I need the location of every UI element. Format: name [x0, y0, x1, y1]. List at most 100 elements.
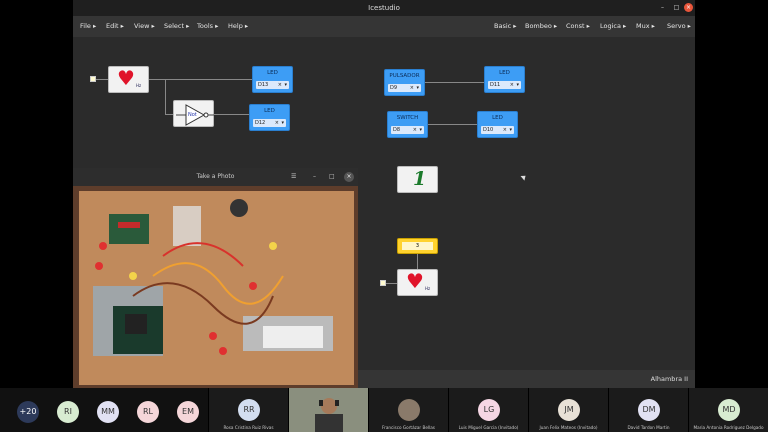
close-icon[interactable]: ×: [344, 172, 354, 182]
photo-window-title: Take a Photo: [196, 173, 235, 180]
heart-icon: ♥: [117, 66, 135, 90]
avatar[interactable]: EM: [177, 401, 199, 423]
pin-select[interactable]: D13 × ▾: [256, 81, 289, 89]
clear-icon[interactable]: ×: [410, 84, 414, 92]
heartbeat-block[interactable]: ♥ Hz: [108, 66, 149, 93]
avatar: JM: [558, 399, 580, 421]
menu-logica[interactable]: Logica ▸: [600, 22, 626, 30]
constant-value[interactable]: 3: [402, 242, 433, 250]
menu-file[interactable]: File ▸: [80, 22, 96, 30]
participant-tile[interactable]: JM Juan Felix Mateos (Invitado): [528, 388, 608, 432]
avatar: LG: [478, 399, 500, 421]
menu-servo[interactable]: Servo ▸: [667, 22, 691, 30]
participants-bar: +20 RI MM RL EM RR Rosa Cristina Ruiz Ri…: [0, 388, 768, 432]
clear-icon[interactable]: ×: [413, 126, 417, 134]
switch-block[interactable]: SWITCH D8 × ▾: [387, 111, 428, 138]
clear-icon[interactable]: ×: [503, 126, 507, 134]
hz-label: Hz: [136, 83, 142, 88]
camera-preview: [73, 186, 358, 388]
participant-name: Maria Antonia Rodriguez Delgado: [693, 425, 764, 430]
maximize-icon[interactable]: □: [672, 3, 681, 12]
led-title: LED: [267, 70, 278, 76]
wire: [386, 283, 397, 284]
led-title: LED: [499, 70, 510, 76]
mouse-cursor-icon: [520, 173, 528, 181]
menu-bombeo[interactable]: Bombeo ▸: [525, 22, 557, 30]
participant-tile[interactable]: Francisco Gortázar Bellas: [368, 388, 448, 432]
menu-help[interactable]: Help ▸: [228, 22, 248, 30]
participant-name: Luis Miguel Garcia (Invitado): [458, 425, 519, 430]
pulsador-title: PULSADOR: [389, 73, 420, 79]
pin-value: D9: [390, 85, 398, 91]
led-title: LED: [492, 115, 503, 121]
webcam-video: [289, 388, 369, 432]
menu-icon[interactable]: ☰: [291, 168, 296, 186]
avatar: RR: [238, 399, 260, 421]
constant-one-block[interactable]: 1: [397, 166, 438, 193]
avatar: [398, 399, 420, 421]
pin-select[interactable]: D10 × ▾: [481, 126, 514, 134]
participant-video-tile[interactable]: [288, 388, 369, 432]
led-block-d10[interactable]: LED D10 × ▾: [477, 111, 518, 138]
heart-icon: ♥: [406, 269, 424, 293]
wire: [425, 82, 484, 83]
participant-name: Francisco Gortázar Bellas: [382, 425, 435, 430]
wire: [165, 114, 173, 115]
minimize-icon[interactable]: –: [313, 168, 316, 186]
maximize-icon[interactable]: □: [329, 168, 335, 186]
pin-select[interactable]: D11 × ▾: [488, 81, 521, 89]
participant-tile[interactable]: RR Rosa Cristina Ruiz Rivas: [208, 388, 288, 432]
chevron-down-icon[interactable]: ▾: [516, 81, 519, 89]
chevron-down-icon[interactable]: ▾: [416, 84, 419, 92]
close-icon[interactable]: ×: [684, 3, 693, 12]
pin-select[interactable]: D9 × ▾: [388, 84, 421, 92]
breadboard-photo: [73, 186, 358, 388]
avatar[interactable]: RL: [137, 401, 159, 423]
participant-name: Juan Felix Mateos (Invitado): [539, 425, 598, 430]
board-name: Alhambra II: [650, 375, 688, 383]
menu-mux[interactable]: Mux ▸: [636, 22, 655, 30]
menu-select[interactable]: Select ▸: [164, 22, 189, 30]
menu-edit[interactable]: Edit ▸: [106, 22, 124, 30]
window-titlebar: Icestudio – □ ×: [73, 0, 695, 16]
avatar[interactable]: RI: [57, 401, 79, 423]
menu-const[interactable]: Const ▸: [566, 22, 590, 30]
chevron-down-icon[interactable]: ▾: [281, 119, 284, 127]
participant-tile[interactable]: DM David Tardon Martin: [608, 388, 688, 432]
wire: [165, 79, 166, 114]
clear-icon[interactable]: ×: [278, 81, 282, 89]
hz-label: Hz: [425, 286, 431, 291]
chevron-down-icon[interactable]: ▾: [509, 126, 512, 134]
menu-view[interactable]: View ▸: [134, 22, 155, 30]
screen: Icestudio – □ × File ▸ Edit ▸ View ▸ Sel…: [0, 0, 768, 432]
pulsador-block[interactable]: PULSADOR D9 × ▾: [384, 69, 425, 96]
menu-tools[interactable]: Tools ▸: [197, 22, 218, 30]
constant-block[interactable]: 3: [397, 238, 438, 254]
clear-icon[interactable]: ×: [510, 81, 514, 89]
pin-select[interactable]: D12 × ▾: [253, 119, 286, 127]
participant-name: David Tardon Martin: [627, 425, 670, 430]
window-title: Icestudio: [368, 4, 400, 12]
menu-basic[interactable]: Basic ▸: [494, 22, 517, 30]
not-gate-block[interactable]: Not: [173, 100, 214, 127]
participant-tile[interactable]: LG Luis Miguel Garcia (Invitado): [448, 388, 528, 432]
led-block-d12[interactable]: LED D12 × ▾: [249, 104, 290, 131]
chevron-down-icon[interactable]: ▾: [284, 81, 287, 89]
pin-value: D8: [393, 127, 401, 133]
more-participants[interactable]: +20: [17, 401, 39, 423]
participant-tile[interactable]: MD Maria Antonia Rodriguez Delgado: [688, 388, 768, 432]
avatar[interactable]: MM: [97, 401, 119, 423]
clear-icon[interactable]: ×: [275, 119, 279, 127]
photo-titlebar: Take a Photo ☰ – □ ×: [73, 168, 358, 186]
chevron-down-icon[interactable]: ▾: [419, 126, 422, 134]
number-one-icon: 1: [413, 168, 427, 190]
led-title: LED: [264, 108, 275, 114]
pin-value: D10: [483, 127, 494, 133]
pin-select[interactable]: D8 × ▾: [391, 126, 424, 134]
led-block-d13[interactable]: LED D13 × ▾: [252, 66, 293, 93]
heartbeat-block-2[interactable]: ♥ Hz: [397, 269, 438, 296]
pin-value: D12: [255, 120, 266, 126]
led-block-d11[interactable]: LED D11 × ▾: [484, 66, 525, 93]
minimize-icon[interactable]: –: [658, 3, 667, 12]
wire: [428, 124, 477, 125]
